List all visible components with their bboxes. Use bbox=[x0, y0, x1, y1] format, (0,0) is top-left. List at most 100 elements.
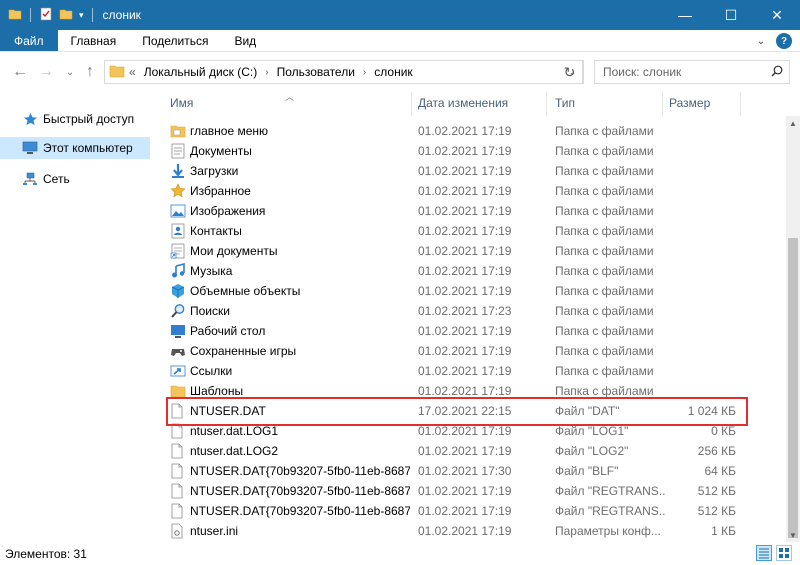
file-date: 01.02.2021 17:19 bbox=[418, 424, 512, 438]
tab-home[interactable]: Главная bbox=[58, 30, 130, 51]
file-date: 01.02.2021 17:19 bbox=[418, 364, 512, 378]
file-name: главное меню bbox=[190, 124, 269, 138]
file-row[interactable]: Контакты 01.02.2021 17:19 Папка с файлами bbox=[160, 221, 786, 241]
up-button[interactable]: ↑ bbox=[78, 60, 102, 84]
close-button[interactable]: ✕ bbox=[754, 0, 800, 30]
scroll-down-icon[interactable]: ▼ bbox=[786, 528, 800, 542]
details-view-button[interactable] bbox=[756, 545, 772, 561]
documents-folder-icon bbox=[170, 143, 186, 159]
chevron-right-icon[interactable]: › bbox=[359, 67, 370, 78]
chevron-down-icon: ⌄ bbox=[65, 66, 75, 78]
nav-item-quick-access[interactable]: Быстрый доступ bbox=[0, 108, 150, 130]
file-name: Сохраненные игры bbox=[190, 344, 297, 358]
address-bar[interactable]: « Локальный диск (C:) › Пользователи › с… bbox=[104, 60, 584, 84]
nav-item-network[interactable]: Сеть bbox=[0, 168, 150, 190]
search-box[interactable] bbox=[594, 60, 790, 84]
maximize-button[interactable]: ☐ bbox=[708, 0, 754, 30]
crumb-local-disk[interactable]: Локальный диск (C:) bbox=[140, 65, 262, 79]
file-row[interactable]: NTUSER.DAT{70b93207-5fb0-11eb-8687-0... 0… bbox=[160, 481, 786, 501]
file-type: Папка с файлами bbox=[555, 244, 654, 258]
search-input[interactable] bbox=[595, 65, 760, 79]
file-row[interactable]: Документы 01.02.2021 17:19 Папка с файлами bbox=[160, 141, 786, 161]
scroll-up-icon[interactable]: ▲ bbox=[786, 116, 800, 130]
tab-view[interactable]: Вид bbox=[221, 30, 269, 51]
folder-icon bbox=[8, 7, 22, 24]
large-icons-view-button[interactable] bbox=[776, 545, 792, 561]
address-overflow[interactable]: « bbox=[125, 65, 140, 79]
file-size: 0 КБ bbox=[711, 424, 736, 438]
tab-share[interactable]: Поделиться bbox=[129, 30, 221, 51]
column-header-date[interactable]: Дата изменения bbox=[418, 96, 508, 110]
title-separator bbox=[91, 8, 93, 22]
arrow-left-icon: ← bbox=[12, 63, 28, 80]
network-icon bbox=[22, 172, 38, 186]
file-row[interactable]: главное меню 01.02.2021 17:19 Папка с файл… bbox=[160, 121, 786, 141]
file-name: Документы bbox=[190, 144, 252, 158]
nav-item-this-pc[interactable]: Этот компьютер bbox=[0, 137, 150, 159]
crumb-current[interactable]: слоник bbox=[370, 65, 416, 79]
properties-quick-icon[interactable] bbox=[39, 7, 53, 24]
expand-ribbon-icon[interactable]: ⌄ bbox=[754, 34, 768, 48]
file-type: Папка с файлами bbox=[555, 284, 654, 298]
tab-file[interactable]: Файл bbox=[0, 30, 58, 51]
file-name: Объемные объекты bbox=[190, 284, 301, 298]
file-date: 01.02.2021 17:19 bbox=[418, 484, 512, 498]
new-folder-quick-icon[interactable] bbox=[59, 7, 73, 24]
ribbon-tabs: Файл Главная Поделиться Вид ⌄ ? bbox=[0, 30, 800, 52]
file-row[interactable]: Загрузки 01.02.2021 17:19 Папка с файлами bbox=[160, 161, 786, 181]
file-type: Файл "BLF" bbox=[555, 464, 619, 478]
file-row[interactable]: Поиски 01.02.2021 17:23 Папка с файлами bbox=[160, 301, 786, 321]
file-type: Папка с файлами bbox=[555, 224, 654, 238]
file-type: Папка с файлами bbox=[555, 364, 654, 378]
column-header-size[interactable]: Размер bbox=[669, 96, 710, 110]
file-row[interactable]: Объемные объекты 01.02.2021 17:19 Папка с … bbox=[160, 281, 786, 301]
file-row[interactable]: Сохраненные игры 01.02.2021 17:19 Папка с … bbox=[160, 341, 786, 361]
file-row[interactable]: Ссылки 01.02.2021 17:19 Папка с файлами bbox=[160, 361, 786, 381]
file-row[interactable]: Музыка 01.02.2021 17:19 Папка с файлами bbox=[160, 261, 786, 281]
back-button[interactable]: ← bbox=[8, 60, 32, 84]
file-name: NTUSER.DAT{70b93207-5fb0-11eb-8687-0... bbox=[190, 484, 410, 498]
file-row[interactable]: Мои документы 01.02.2021 17:19 Папка с фай… bbox=[160, 241, 786, 261]
column-separator[interactable] bbox=[740, 92, 741, 116]
music-folder-icon bbox=[170, 262, 186, 279]
help-icon[interactable]: ? bbox=[776, 33, 792, 49]
file-row[interactable]: Избранное 01.02.2021 17:19 Папка с файлами bbox=[160, 181, 786, 201]
search-icon bbox=[771, 65, 783, 80]
file-row[interactable]: Рабочий стол 01.02.2021 17:19 Папка с файл… bbox=[160, 321, 786, 341]
navigation-pane: Быстрый доступ Этот компьютер Сеть bbox=[0, 92, 160, 542]
forward-button[interactable]: → bbox=[34, 60, 58, 84]
column-header-type[interactable]: Тип bbox=[555, 96, 575, 110]
file-type: Папка с файлами bbox=[555, 204, 654, 218]
file-name: Рабочий стол bbox=[190, 324, 266, 338]
column-separator[interactable] bbox=[411, 92, 412, 116]
refresh-button[interactable]: ↻ bbox=[557, 60, 583, 84]
file-name: Шаблоны bbox=[190, 384, 244, 398]
column-header-name[interactable]: Имя bbox=[170, 96, 193, 110]
column-separator[interactable] bbox=[546, 92, 547, 116]
file-row[interactable]: NTUSER.DAT{70b93207-5fb0-11eb-8687-0... 0… bbox=[160, 461, 786, 481]
crumb-users[interactable]: Пользователи bbox=[273, 65, 359, 79]
file-row[interactable]: NTUSER.DAT{70b93207-5fb0-11eb-8687-0... 0… bbox=[160, 501, 786, 521]
vertical-scrollbar[interactable]: ▲ ▼ bbox=[786, 116, 800, 542]
file-size: 1 КБ bbox=[711, 524, 736, 538]
file-type: Папка с файлами bbox=[555, 124, 654, 138]
file-name: Поиски bbox=[190, 304, 230, 318]
column-separator[interactable] bbox=[662, 92, 663, 116]
file-type: Файл "LOG2" bbox=[555, 444, 629, 458]
file-type: Файл "LOG1" bbox=[555, 424, 629, 438]
file-row[interactable]: Изображения 01.02.2021 17:19 Папка с файла… bbox=[160, 201, 786, 221]
chevron-right-icon[interactable]: › bbox=[261, 67, 272, 78]
quick-access-dropdown-icon[interactable]: ▾ bbox=[79, 10, 84, 21]
scroll-thumb[interactable] bbox=[788, 238, 798, 538]
file-date: 01.02.2021 17:19 bbox=[418, 244, 512, 258]
highlight-frame bbox=[166, 397, 748, 426]
arrow-right-icon: → bbox=[38, 63, 54, 80]
my-documents-shortcut-icon bbox=[170, 243, 186, 259]
file-row[interactable]: ntuser.ini 01.02.2021 17:19 Параметры конф… bbox=[160, 521, 786, 541]
file-row[interactable]: ntuser.dat.LOG2 01.02.2021 17:19 Файл "LOG… bbox=[160, 441, 786, 461]
file-name: Избранное bbox=[190, 184, 251, 198]
minimize-button[interactable]: — bbox=[662, 0, 708, 30]
file-type: Папка с файлами bbox=[555, 384, 654, 398]
item-count: Элементов: 31 bbox=[5, 546, 87, 561]
file-type: Файл "REGTRANS... bbox=[555, 504, 665, 518]
